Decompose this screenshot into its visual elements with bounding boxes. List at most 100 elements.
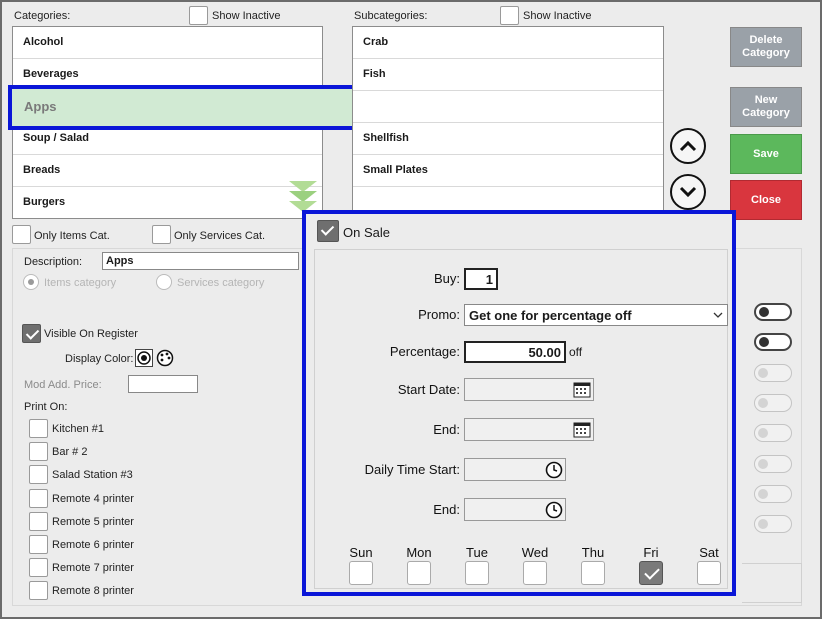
percentage-suffix: off: [569, 345, 583, 359]
end-date-label: End:: [433, 422, 460, 437]
printer-label-6: Remote 6 printer: [52, 539, 134, 551]
chevron-down-icon: [679, 186, 697, 198]
promo-select[interactable]: Get one for percentage off: [464, 304, 728, 326]
description-label: Description:: [24, 256, 83, 268]
percentage-value: 50.00: [528, 345, 561, 360]
selected-category-label: Apps: [24, 99, 57, 114]
items-category-radio[interactable]: [23, 274, 39, 290]
printer-checkbox-1[interactable]: [29, 419, 48, 438]
only-services-checkbox[interactable]: [152, 225, 171, 244]
clock-icon[interactable]: [545, 501, 563, 519]
category-row-breads[interactable]: Breads: [13, 155, 322, 187]
only-items-checkbox[interactable]: [12, 225, 31, 244]
subcategory-row-small-plates[interactable]: Small Plates: [353, 155, 663, 187]
palette-icon[interactable]: [156, 349, 174, 367]
subcategories-show-inactive-checkbox[interactable]: [500, 6, 519, 25]
clock-icon[interactable]: [545, 461, 563, 479]
printer-label-4: Remote 4 printer: [52, 493, 134, 505]
chevron-up-icon: [679, 140, 697, 152]
day-label-sat: Sat: [699, 545, 719, 560]
day-checkbox-sun[interactable]: [349, 561, 373, 585]
description-input[interactable]: Apps: [102, 252, 299, 270]
subcategory-row-hidden[interactable]: [353, 91, 663, 123]
buy-label: Buy:: [433, 271, 460, 286]
mod-add-price-input[interactable]: [128, 375, 198, 393]
printer-label-3: Salad Station #3: [52, 469, 133, 481]
day-checkbox-tue[interactable]: [465, 561, 489, 585]
percentage-input[interactable]: 50.00: [464, 341, 566, 363]
daily-time-start-input[interactable]: [464, 458, 566, 481]
start-date-input[interactable]: [464, 378, 594, 401]
promo-value: Get one for percentage off: [469, 308, 632, 323]
description-value: Apps: [106, 255, 134, 267]
percentage-label: Percentage:: [389, 344, 460, 359]
panel-corner: [742, 563, 802, 603]
printer-checkbox-8[interactable]: [29, 581, 48, 600]
time-end-input[interactable]: [464, 498, 566, 521]
only-services-label: Only Services Cat.: [174, 230, 266, 242]
daily-time-start-label: Daily Time Start:: [364, 462, 460, 477]
move-down-button[interactable]: [670, 174, 706, 210]
on-sale-panel: On Sale Buy: 1 Promo: Get one for percen…: [302, 210, 736, 596]
printer-label-7: Remote 7 printer: [52, 562, 134, 574]
toggle-2[interactable]: [754, 333, 792, 351]
toggle-5[interactable]: [754, 424, 792, 442]
subcategory-row-crab[interactable]: Crab: [353, 27, 663, 59]
buy-input[interactable]: 1: [464, 268, 498, 290]
toggle-1[interactable]: [754, 303, 792, 321]
categories-show-inactive-checkbox[interactable]: [189, 6, 208, 25]
only-items-label: Only Items Cat.: [34, 230, 110, 242]
items-category-label: Items category: [44, 277, 117, 289]
subcategories-header: Subcategories:: [354, 10, 428, 22]
services-category-radio[interactable]: [156, 274, 172, 290]
delete-category-button[interactable]: Delete Category: [730, 27, 802, 67]
calendar-icon[interactable]: [573, 381, 591, 398]
visible-on-register-checkbox[interactable]: [22, 324, 41, 343]
color-picker-icon[interactable]: [135, 349, 153, 367]
services-category-label: Services category: [177, 277, 265, 289]
printer-label-5: Remote 5 printer: [52, 516, 134, 528]
printer-checkbox-5[interactable]: [29, 512, 48, 531]
day-checkbox-sat[interactable]: [697, 561, 721, 585]
start-date-label: Start Date:: [397, 382, 460, 397]
subcategory-row-fish[interactable]: Fish: [353, 59, 663, 91]
category-row-alcohol[interactable]: Alcohol: [13, 27, 322, 59]
subcategories-show-inactive-label: Show Inactive: [523, 10, 592, 22]
save-button[interactable]: Save: [730, 134, 802, 174]
day-checkbox-thu[interactable]: [581, 561, 605, 585]
category-row-burgers[interactable]: Burgers: [13, 187, 322, 219]
printer-checkbox-6[interactable]: [29, 535, 48, 554]
toggle-8[interactable]: [754, 515, 792, 533]
buy-value: 1: [485, 272, 493, 287]
toggle-4[interactable]: [754, 394, 792, 412]
toggle-6[interactable]: [754, 455, 792, 473]
selected-category-highlight[interactable]: Apps: [8, 85, 400, 130]
day-checkbox-wed[interactable]: [523, 561, 547, 585]
toggle-7[interactable]: [754, 485, 792, 503]
day-label-tue: Tue: [466, 545, 488, 560]
on-sale-label: On Sale: [343, 225, 390, 240]
printer-label-8: Remote 8 printer: [52, 585, 134, 597]
move-up-button[interactable]: [670, 128, 706, 164]
printer-checkbox-4[interactable]: [29, 489, 48, 508]
subcategories-list[interactable]: Crab Fish Shellfish Small Plates: [352, 26, 664, 216]
day-label-wed: Wed: [521, 545, 549, 560]
day-label-fri: Fri: [643, 545, 659, 560]
calendar-icon[interactable]: [573, 421, 591, 438]
promo-label: Promo:: [418, 307, 460, 322]
day-checkbox-fri[interactable]: [639, 561, 663, 585]
printer-checkbox-7[interactable]: [29, 558, 48, 577]
on-sale-checkbox[interactable]: [317, 220, 339, 242]
day-label-sun: Sun: [349, 545, 373, 560]
printer-checkbox-3[interactable]: [29, 465, 48, 484]
toggle-3[interactable]: [754, 364, 792, 382]
display-color-label: Display Color:: [65, 353, 134, 365]
close-button[interactable]: Close: [730, 180, 802, 220]
categories-show-inactive-label: Show Inactive: [212, 10, 281, 22]
subcategory-row-shellfish[interactable]: Shellfish: [353, 123, 663, 155]
new-category-button[interactable]: New Category: [730, 87, 802, 127]
end-date-input[interactable]: [464, 418, 594, 441]
printer-checkbox-2[interactable]: [29, 442, 48, 461]
mod-add-price-label: Mod Add. Price:: [24, 379, 102, 391]
day-checkbox-mon[interactable]: [407, 561, 431, 585]
